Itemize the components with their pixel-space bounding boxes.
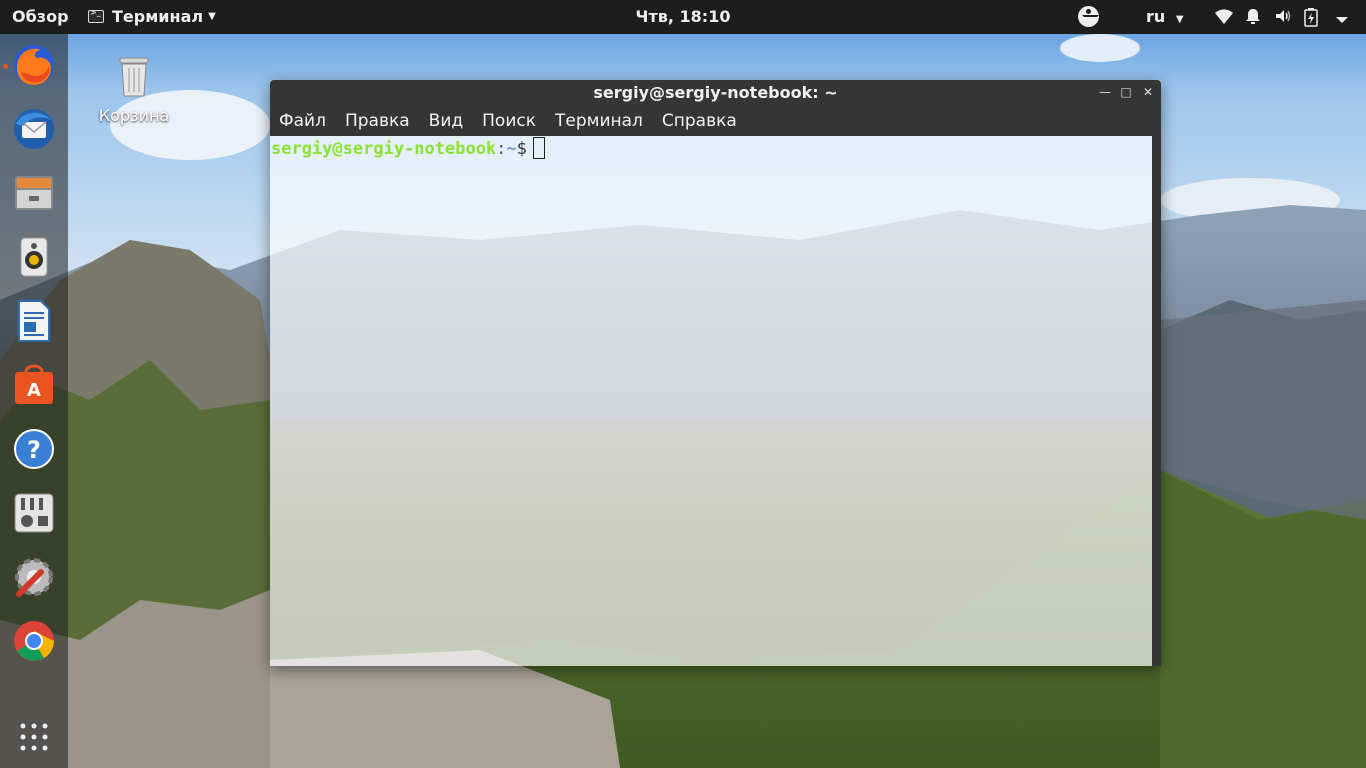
menu-terminal[interactable]: Терминал — [555, 111, 643, 131]
prompt-user: sergiy@sergiy-notebook — [271, 139, 497, 159]
close-button[interactable]: ✕ — [1137, 80, 1159, 106]
svg-text:A: A — [27, 380, 41, 401]
menu-search[interactable]: Поиск — [482, 111, 536, 131]
dock: A ? — [0, 34, 68, 768]
software-center-icon[interactable]: A — [11, 362, 57, 408]
app-menu[interactable]: Терминал ▼ — [88, 7, 216, 26]
system-tools-icon[interactable] — [11, 490, 57, 536]
settings-icon[interactable] — [11, 554, 57, 600]
activities-button[interactable]: Обзор — [12, 7, 69, 26]
menu-help[interactable]: Справка — [662, 111, 737, 131]
chrome-icon[interactable] — [11, 618, 57, 664]
prompt-separator: : — [496, 139, 507, 159]
desktop-trash[interactable]: Корзина — [96, 52, 172, 125]
chevron-down-icon: ▼ — [1175, 14, 1184, 25]
prompt-symbol: $ — [516, 139, 527, 159]
thunderbird-icon[interactable] — [11, 106, 57, 152]
libreoffice-writer-icon[interactable] — [11, 298, 57, 344]
language-label: ru — [1146, 7, 1166, 26]
accessibility-icon[interactable] — [1078, 6, 1099, 27]
menu-file[interactable]: Файл — [279, 111, 326, 131]
files-icon[interactable] — [11, 170, 57, 216]
terminal-window[interactable]: sergiy@sergiy-notebook: ~ — □ ✕ Файл Пра… — [270, 80, 1161, 666]
minimize-button[interactable]: — — [1094, 80, 1116, 106]
terminal-menubar: Файл Правка Вид Поиск Терминал Справка — [270, 106, 1161, 136]
trash-label: Корзина — [98, 106, 170, 125]
running-indicator — [3, 64, 8, 69]
trash-icon — [119, 57, 149, 97]
window-titlebar[interactable]: sergiy@sergiy-notebook: ~ — □ ✕ — [270, 80, 1161, 106]
notification-bell-icon — [1244, 7, 1264, 27]
maximize-button[interactable]: □ — [1115, 80, 1137, 106]
top-bar: Обзор Терминал ▼ Чтв, 18:10 ru ▼ — [0, 0, 1366, 34]
show-applications-icon[interactable] — [11, 714, 57, 760]
terminal-scrollbar[interactable] — [1152, 136, 1161, 666]
terminal-output[interactable]: sergiy@sergiy-notebook:~$ — [270, 136, 1152, 666]
wifi-icon — [1214, 8, 1234, 26]
menu-edit[interactable]: Правка — [345, 111, 410, 131]
chevron-down-icon: ▼ — [208, 11, 216, 22]
prompt-path: ~ — [506, 139, 517, 159]
menu-view[interactable]: Вид — [429, 111, 463, 131]
app-menu-label: Терминал — [112, 7, 204, 26]
text-cursor — [532, 137, 545, 159]
language-indicator[interactable]: ru ▼ — [1146, 7, 1184, 26]
firefox-icon[interactable] — [11, 42, 57, 88]
battery-charging-icon — [1304, 7, 1324, 27]
svg-text:?: ? — [27, 436, 41, 464]
volume-icon — [1274, 7, 1294, 27]
terminal-icon — [88, 8, 104, 23]
system-tray[interactable] — [1214, 7, 1354, 27]
help-icon[interactable]: ? — [11, 426, 57, 472]
clock[interactable]: Чтв, 18:10 — [636, 7, 731, 26]
window-title: sergiy@sergiy-notebook: ~ — [593, 83, 838, 102]
power-menu-icon — [1334, 7, 1354, 27]
rhythmbox-icon[interactable] — [11, 234, 57, 280]
shell-prompt: sergiy@sergiy-notebook:~$ — [271, 136, 545, 162]
